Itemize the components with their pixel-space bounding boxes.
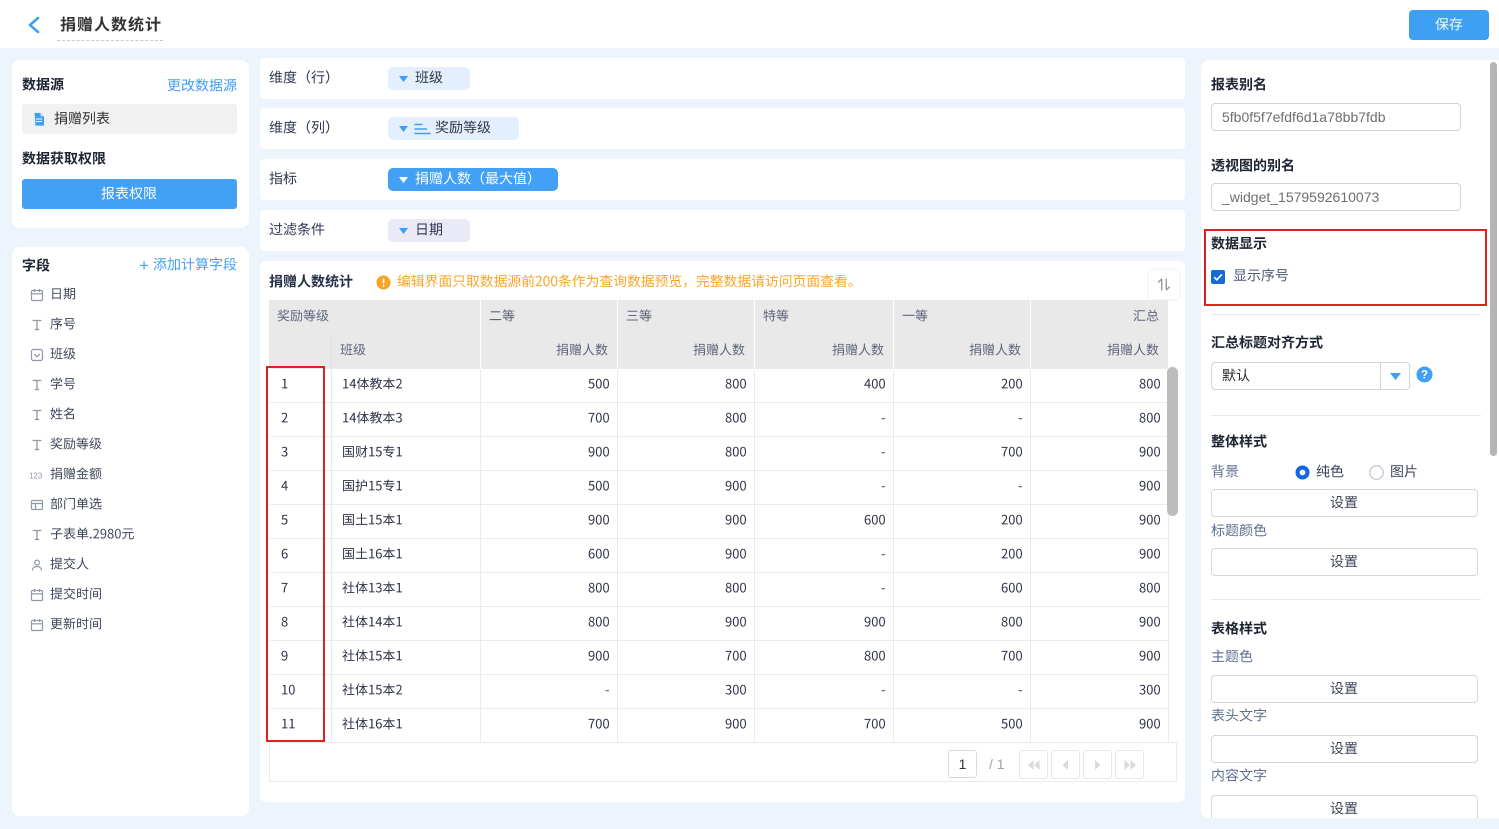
svg-text:?: ?: [1421, 370, 1428, 382]
svg-text:123: 123: [29, 471, 43, 480]
